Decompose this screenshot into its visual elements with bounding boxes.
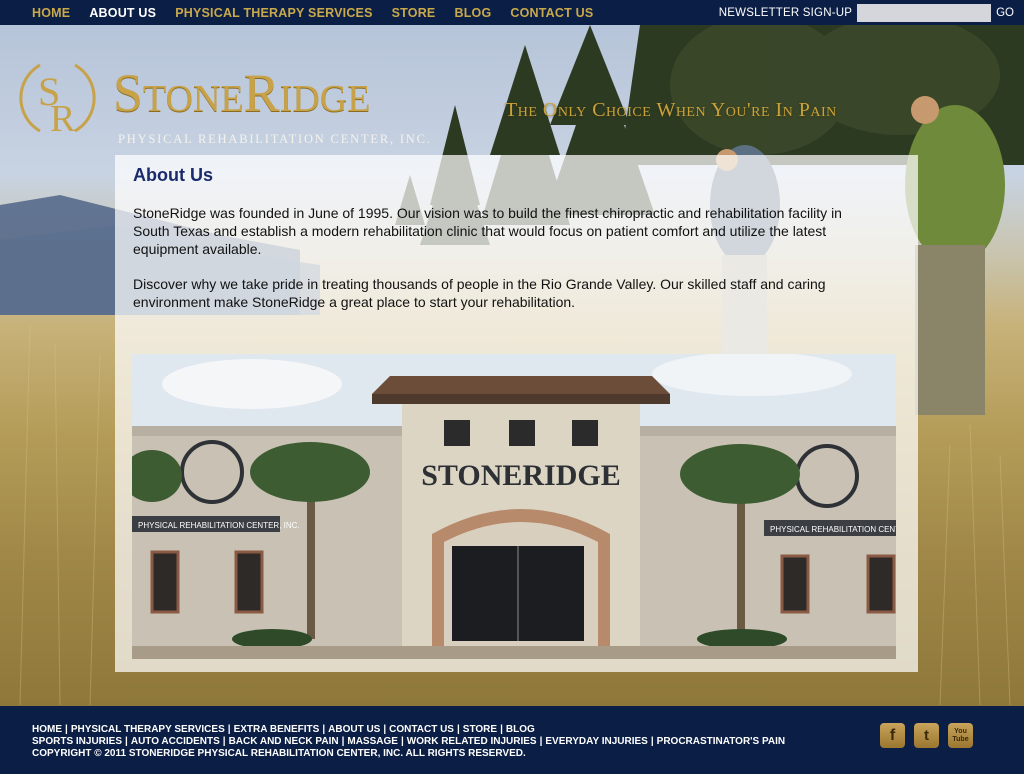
footer-link-everyday-injuries[interactable]: EVERYDAY INJURIES <box>545 736 647 747</box>
copyright: COPYRIGHT © 2011 STONERIDGE PHYSICAL REH… <box>32 748 526 759</box>
svg-text:R: R <box>50 98 76 139</box>
footer-separator: | <box>456 724 460 735</box>
nav-physical-therapy-services[interactable]: PHYSICAL THERAPY SERVICES <box>175 6 372 20</box>
footer-link-work-related-injuries[interactable]: WORK RELATED INJURIES <box>407 736 537 747</box>
content-panel: About Us StoneRidge was founded in June … <box>115 155 918 672</box>
newsletter-signup: NEWSLETTER SIGN-UP GO <box>719 0 1024 25</box>
footer-link-massage[interactable]: MASSAGE <box>347 736 398 747</box>
footer-link-physical-therapy-services[interactable]: PHYSICAL THERAPY SERVICES <box>71 724 225 735</box>
stoneridge-logo[interactable]: S R StoneRidge Physical Rehabilitation C… <box>10 57 450 147</box>
newsletter-go-button[interactable]: GO <box>991 7 1024 19</box>
footer-separator: | <box>322 724 326 735</box>
footer-separator: | <box>500 724 503 735</box>
footer-separator: | <box>125 736 128 747</box>
footer-separator: | <box>539 736 543 747</box>
footer-nav-line-2: SPORTS INJURIES | AUTO ACCIDENTS | BACK AND … <box>32 736 872 748</box>
building-illustration: PHYSICAL REHABILITATION CENTER, INC. PHY… <box>132 354 896 659</box>
page-title: About Us <box>133 165 213 185</box>
footer-separator: | <box>341 736 345 747</box>
social-links: f t You Tube <box>880 723 973 748</box>
footer-link-back-and-neck-pain[interactable]: BACK AND NECK PAIN <box>229 736 339 747</box>
footer-link-sports-injuries[interactable]: SPORTS INJURIES <box>32 736 122 747</box>
footer-links: HOME | PHYSICAL THERAPY SERVICES | EXTRA BEN… <box>32 724 872 760</box>
footer-link-auto-accidents[interactable]: AUTO ACCIDENTS <box>131 736 220 747</box>
footer-link-contact-us[interactable]: CONTACT US <box>389 724 454 735</box>
footer-link-procrastinator-s-pain[interactable]: PROCRASTINATOR'S PAIN <box>657 736 786 747</box>
footer-separator: | <box>400 736 404 747</box>
youtube-icon[interactable]: You Tube <box>948 723 973 748</box>
building-photo: PHYSICAL REHABILITATION CENTER, INC. PHY… <box>132 354 896 659</box>
footer-separator: | <box>383 724 387 735</box>
newsletter-label: NEWSLETTER SIGN-UP <box>718 6 853 19</box>
sr-monogram-icon: S R <box>19 63 96 139</box>
nav-about-us[interactable]: ABOUT US <box>89 6 156 20</box>
footer-link-blog[interactable]: BLOG <box>506 724 535 735</box>
tagline: The Only Choice When You're In Pain <box>505 99 837 121</box>
footer-link-about-us[interactable]: ABOUT US <box>328 724 380 735</box>
right-wall-sign: PHYSICAL REHABILITATION CENTER <box>770 525 896 534</box>
logo-wordmark: StoneRidge <box>113 63 371 123</box>
footer-separator: | <box>65 724 68 735</box>
nav-home[interactable]: HOME <box>32 6 70 20</box>
footer-link-extra-benefits[interactable]: EXTRA BENEFITS <box>234 724 320 735</box>
twitter-icon[interactable]: t <box>914 723 939 748</box>
building-main-sign: STONERIDGE <box>421 459 621 492</box>
newsletter-email-input[interactable] <box>857 3 992 22</box>
main-nav: HOME ABOUT US PHYSICAL THERAPY SERVICES … <box>32 6 612 20</box>
footer-separator: | <box>227 724 231 735</box>
footer-separator: | <box>650 736 654 747</box>
facebook-icon[interactable]: f <box>880 723 905 748</box>
about-paragraph-1: StoneRidge was founded in June of 1995. … <box>133 205 842 257</box>
top-nav-bar: HOME ABOUT US PHYSICAL THERAPY SERVICES … <box>0 0 1024 25</box>
footer-link-home[interactable]: HOME <box>32 724 62 735</box>
left-wall-sign: PHYSICAL REHABILITATION CENTER, INC. <box>138 521 300 530</box>
nav-store[interactable]: STORE <box>392 6 436 20</box>
footer-nav-line-1: HOME | PHYSICAL THERAPY SERVICES | EXTRA BEN… <box>32 724 872 736</box>
nav-blog[interactable]: BLOG <box>454 6 491 20</box>
footer-link-store[interactable]: STORE <box>463 724 497 735</box>
about-paragraph-2: Discover why we take pride in treating t… <box>133 276 826 310</box>
footer: HOME | PHYSICAL THERAPY SERVICES | EXTRA BEN… <box>0 706 1024 774</box>
nav-contact-us[interactable]: CONTACT US <box>510 6 593 20</box>
logo-subtitle: Physical Rehabilitation Center, Inc. <box>118 132 432 146</box>
footer-separator: | <box>222 736 226 747</box>
